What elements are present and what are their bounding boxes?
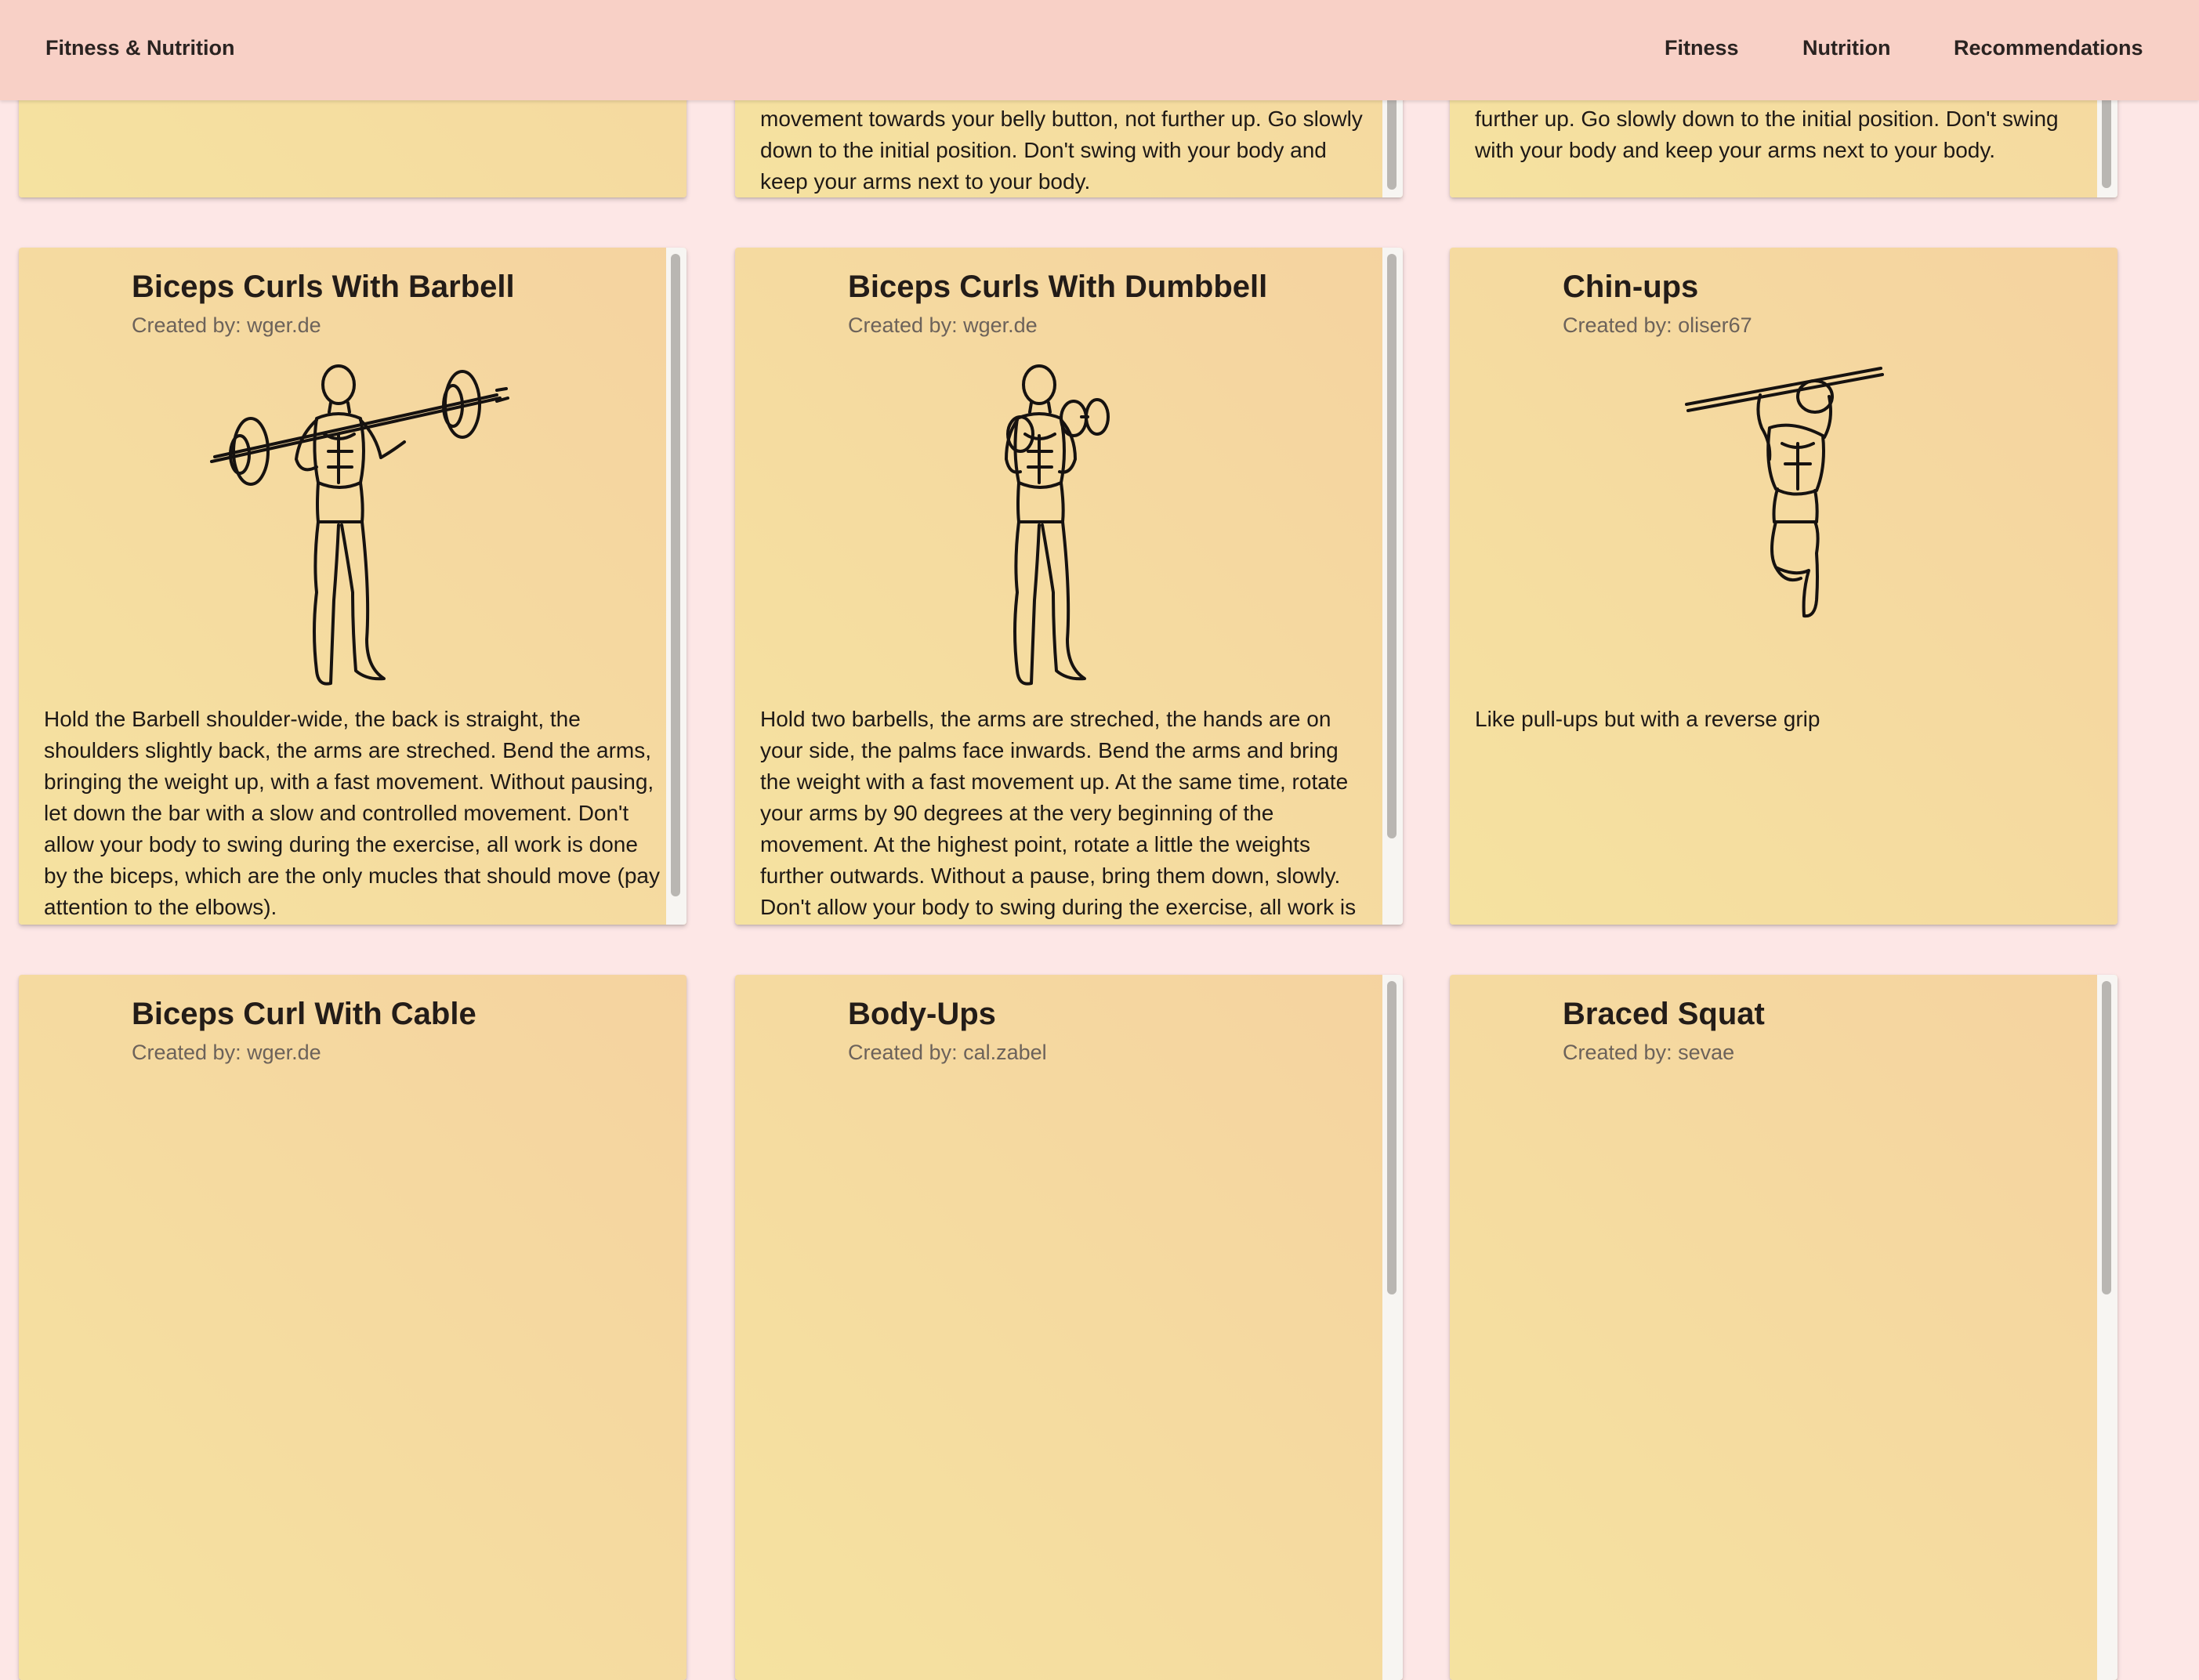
exercise-description: Hold the Barbell shoulder-wide, the back…: [44, 707, 660, 919]
exercise-title[interactable]: Body-Ups: [848, 997, 996, 1032]
exercise-card[interactable]: Chin-ups Created by: oliser67 Like pull-…: [1450, 248, 2117, 925]
barbell-curl-illustration: [210, 364, 509, 686]
card-scrollbar-track[interactable]: [1382, 975, 1403, 1680]
exercise-author: Created by: wger.de: [132, 1041, 321, 1064]
card-scrollbar-track[interactable]: [1382, 248, 1403, 925]
exercise-card[interactable]: Biceps Curls With Barbell Created by: wg…: [19, 248, 687, 925]
card-scrollbar-thumb[interactable]: [671, 254, 680, 896]
exercise-card[interactable]: Braced Squat Created by: sevae: [1450, 975, 2117, 1680]
exercise-title[interactable]: Biceps Curl With Cable: [132, 997, 476, 1032]
card-scrollbar-track[interactable]: [2097, 975, 2117, 1680]
exercise-description: movement towards your belly button, not …: [760, 107, 1363, 194]
exercise-author: Created by: wger.de: [132, 313, 321, 337]
exercise-card[interactable]: Biceps Curl With Cable Created by: wger.…: [19, 975, 687, 1680]
top-navbar: Fitness & Nutrition Fitness Nutrition Re…: [0, 0, 2199, 100]
chin-up-illustration: [1685, 367, 1884, 618]
exercise-author: Created by: oliser67: [1563, 313, 1752, 337]
exercise-title[interactable]: Braced Squat: [1563, 997, 1765, 1032]
dumbbell-curl-illustration: [1005, 364, 1110, 686]
exercise-card[interactable]: Body-Ups Created by: cal.zabel: [735, 975, 1403, 1680]
brand-link[interactable]: Fitness & Nutrition: [45, 36, 235, 60]
nav-link-recommendations[interactable]: Recommendations: [1954, 36, 2143, 60]
nav-link-fitness[interactable]: Fitness: [1665, 36, 1739, 60]
card-scrollbar-track[interactable]: [666, 248, 687, 925]
exercise-card[interactable]: Biceps Curls With Dumbbell Created by: w…: [735, 248, 1403, 925]
exercise-description: Like pull-ups but with a reverse grip: [1475, 707, 1820, 731]
card-scrollbar-thumb[interactable]: [1387, 88, 1397, 190]
exercise-title[interactable]: Biceps Curls With Dumbbell: [848, 270, 1267, 305]
exercise-description: Hold two barbells, the arms are streched…: [760, 707, 1357, 919]
exercise-title[interactable]: Biceps Curls With Barbell: [132, 270, 515, 305]
nav-link-nutrition[interactable]: Nutrition: [1802, 36, 1890, 60]
exercise-author: Created by: wger.de: [848, 313, 1038, 337]
exercise-title[interactable]: Chin-ups: [1563, 270, 1698, 305]
card-scrollbar-thumb[interactable]: [1387, 981, 1397, 1294]
card-scrollbar-thumb[interactable]: [1387, 254, 1397, 838]
exercise-author: Created by: sevae: [1563, 1041, 1735, 1064]
exercise-author: Created by: cal.zabel: [848, 1041, 1047, 1064]
card-scrollbar-thumb[interactable]: [2102, 981, 2111, 1294]
